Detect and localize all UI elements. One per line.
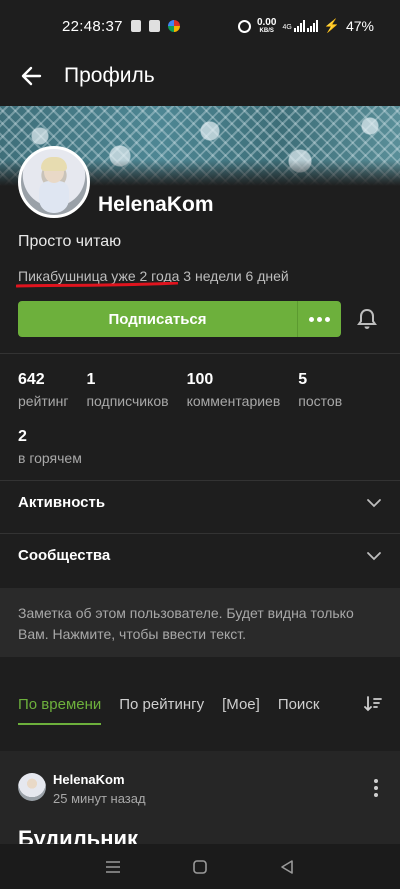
battery-percent: 47%: [345, 18, 374, 34]
communities-section[interactable]: Сообщества: [18, 547, 382, 564]
more-options-button[interactable]: [297, 301, 341, 337]
network-type-label: 4G: [282, 24, 292, 31]
activity-label: Активность: [18, 494, 106, 511]
activity-section[interactable]: Активность: [18, 494, 382, 511]
stat-comments[interactable]: 100 комментариев: [187, 371, 281, 409]
message-icon: [130, 20, 141, 32]
chevron-down-icon: [367, 551, 381, 560]
system-nav-bar: [0, 844, 400, 889]
chevron-down-icon: [367, 498, 381, 507]
post-menu-icon[interactable]: [374, 779, 378, 797]
stat-rating[interactable]: 642 рейтинг: [18, 371, 68, 409]
divider: [0, 480, 400, 481]
menu-icon[interactable]: [104, 858, 122, 876]
signal-icon: [293, 20, 305, 32]
status-time: 22:48:37: [62, 17, 123, 35]
alarm-icon: [237, 19, 251, 33]
stat-posts[interactable]: 5 постов: [298, 371, 342, 409]
signal-icon-2: [306, 20, 318, 32]
stats-row: 642 рейтинг 1 подписчиков 100 комментари…: [18, 371, 342, 409]
back-icon[interactable]: [278, 858, 296, 876]
post-sort-tabs: По времени По рейтингу [Мое] Поиск: [0, 683, 400, 725]
profile-bio: Просто читаю: [18, 233, 122, 250]
communities-label: Сообщества: [18, 547, 111, 564]
stat-subscribers[interactable]: 1 подписчиков: [86, 371, 168, 409]
post-time: 25 минут назад: [53, 791, 146, 806]
user-note-field[interactable]: Заметка об этом пользователе. Будет видн…: [0, 588, 400, 657]
app-notification-icon: [167, 20, 180, 32]
dot-icon: [309, 316, 314, 322]
post-author[interactable]: HelenaKom: [53, 772, 125, 787]
tab-mine[interactable]: [Мое]: [222, 683, 260, 725]
dot-icon: [317, 316, 322, 322]
post-author-avatar[interactable]: [18, 773, 46, 801]
app-bar: Профиль: [0, 52, 400, 100]
tab-by-rating[interactable]: По рейтингу: [119, 683, 204, 725]
page-title: Профиль: [64, 64, 155, 87]
subscribe-row: Подписаться: [18, 301, 382, 337]
tab-by-time[interactable]: По времени: [18, 683, 102, 725]
tab-search[interactable]: Поиск: [278, 683, 320, 725]
status-bar: 22:48:37 0.00 KB/S 4G ⚡ 47%: [0, 0, 400, 52]
divider: [0, 533, 400, 534]
network-speed: 0.00 KB/S: [256, 16, 277, 34]
bell-icon[interactable]: [357, 308, 377, 330]
subscribe-button[interactable]: Подписаться: [18, 301, 297, 337]
home-icon[interactable]: [191, 858, 209, 876]
stat-hot[interactable]: 2 в горячем: [18, 428, 82, 466]
notes-icon: [148, 20, 160, 32]
username: HelenaKom: [98, 193, 214, 216]
charging-icon: ⚡: [323, 18, 340, 33]
sort-icon[interactable]: [364, 695, 382, 713]
annotation-underline: [16, 282, 178, 288]
back-arrow-icon[interactable]: [20, 65, 42, 87]
avatar[interactable]: [18, 146, 90, 218]
dot-icon: [325, 316, 330, 322]
divider: [0, 353, 400, 354]
